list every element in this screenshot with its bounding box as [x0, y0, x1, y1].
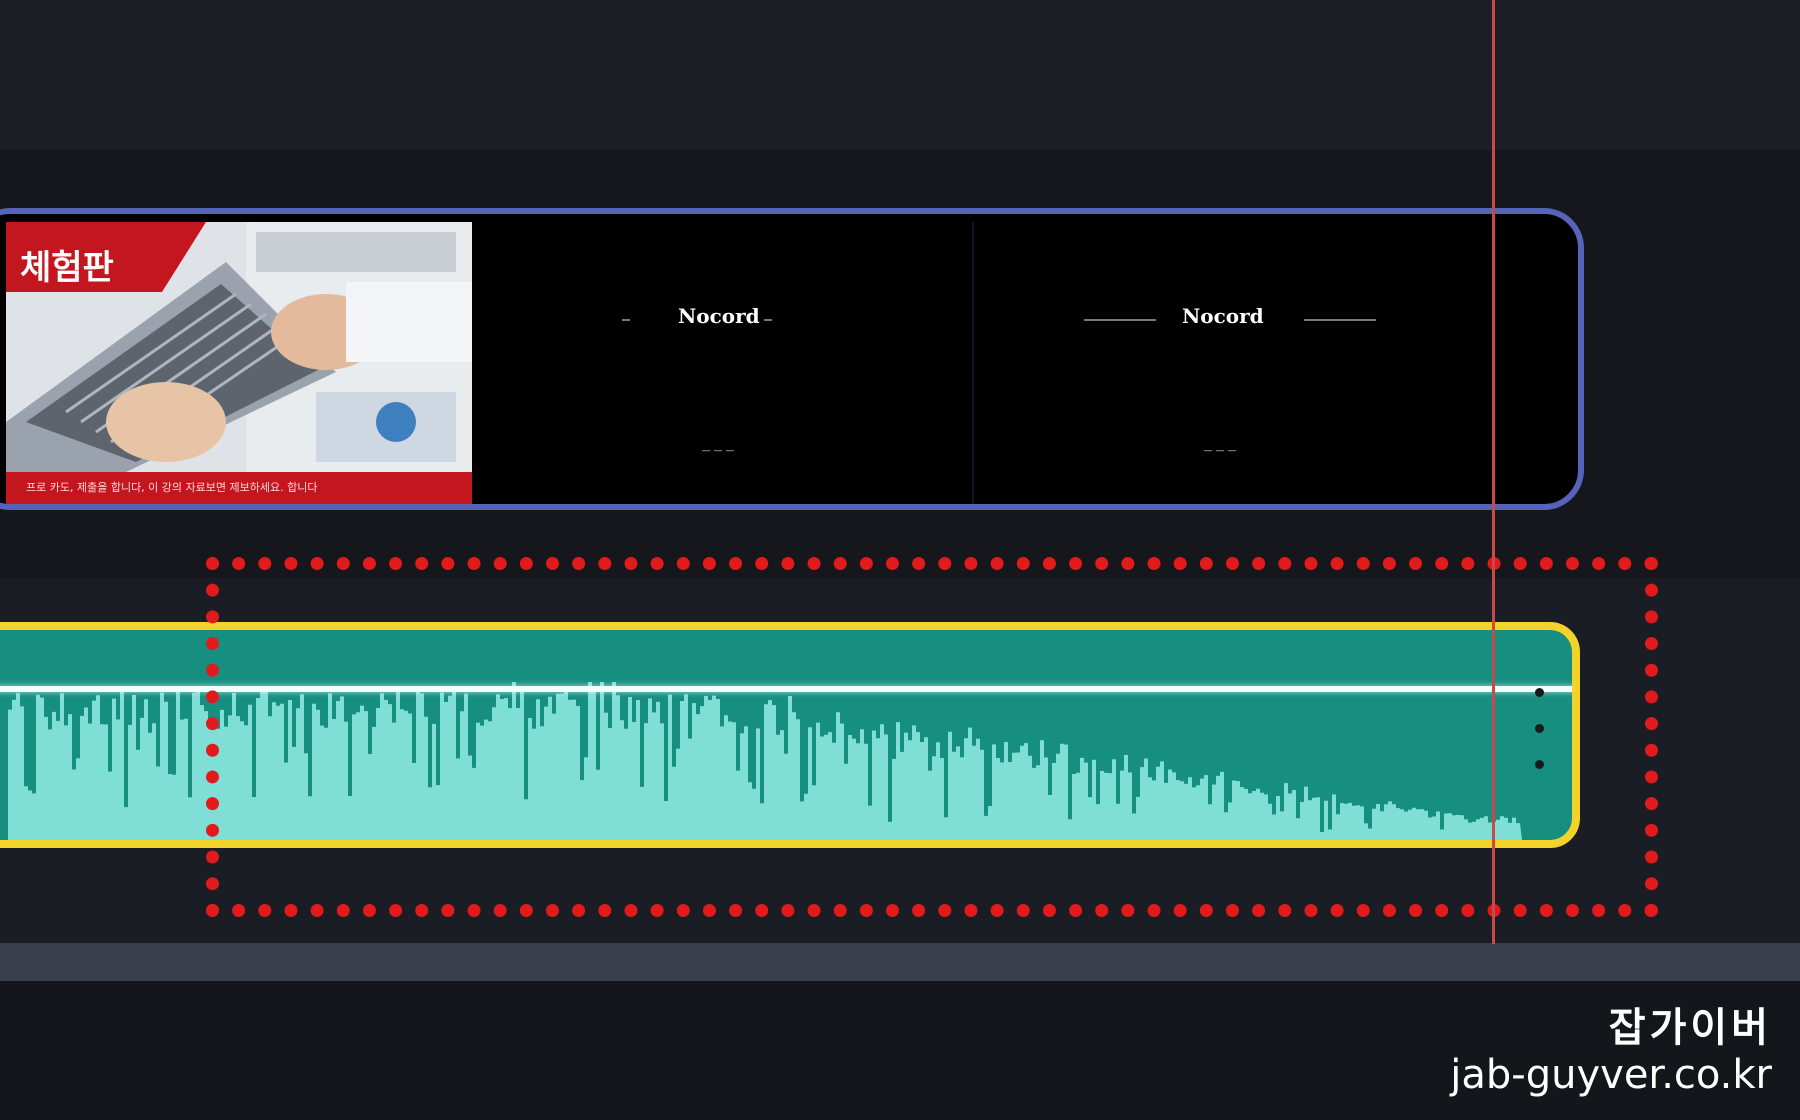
frame1-credits: — — — [701, 446, 735, 456]
watermark-site: jab-guyver.co.kr [1450, 1052, 1772, 1098]
video-clip[interactable]: 체험판 프로 카도, 제출을 합니다, 이 강의 자료보면 제보하세요. 합니다… [0, 208, 1584, 510]
frame2-title: Nocord [1182, 304, 1264, 328]
playhead[interactable] [1492, 0, 1495, 944]
frame1-title: Nocord [678, 304, 760, 328]
audio-clip[interactable] [0, 622, 1580, 848]
timeline-footer [0, 981, 1800, 1120]
video-frame-2: Nocord — — — [974, 222, 1474, 504]
frame2-credits: — — — [1203, 446, 1237, 456]
audio-waveform [8, 682, 1522, 840]
timeline-scrollbar[interactable] [0, 943, 1800, 981]
trial-banner-text: 체험판 [20, 248, 114, 288]
volume-line[interactable] [0, 686, 1572, 692]
clip-trim-handle[interactable] [1523, 670, 1553, 810]
thumbnail-caption: 프로 카도, 제출을 합니다, 이 강의 자료보면 제보하세요. 합니다 [6, 472, 472, 504]
timeline-ruler-area [0, 0, 1800, 150]
watermark-korean: 잡가이버 [1608, 1005, 1772, 1051]
video-thumbnail: 체험판 프로 카도, 제출을 합니다, 이 강의 자료보면 제보하세요. 합니다 [6, 222, 472, 504]
video-frame-1: Nocord — — — [472, 222, 972, 504]
